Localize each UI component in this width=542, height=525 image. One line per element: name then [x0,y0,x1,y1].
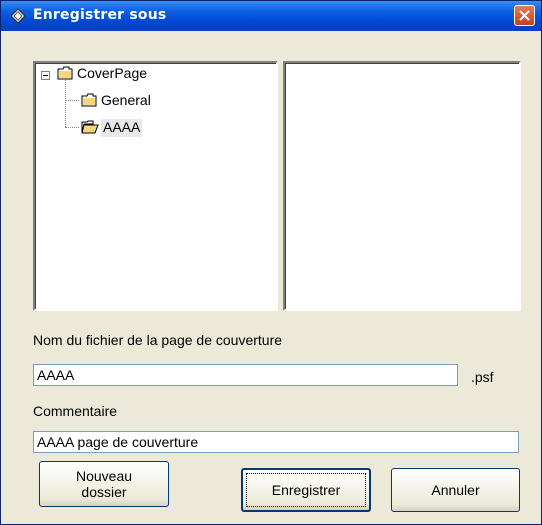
new-folder-label: Nouveau dossier [75,468,133,500]
tree-item-general[interactable]: General [101,92,151,110]
folder-tree[interactable]: CoverPage General AAAA [33,61,278,311]
tree-connector [65,127,79,128]
file-extension: .psf [471,369,494,385]
cancel-label: Annuler [431,482,480,498]
window-title: Enregistrer sous [33,7,167,23]
comment-field[interactable] [33,431,519,453]
tree-connector [65,80,66,127]
tree-connector [65,100,79,101]
comment-label: Commentaire [33,403,118,419]
new-folder-button[interactable]: Nouveau dossier [39,461,169,507]
save-as-dialog: Enregistrer sous CoverPage General AAAA … [0,0,542,525]
tree-item-label: General [101,92,151,108]
tree-item-label: CoverPage [77,65,148,81]
folder-closed-icon [57,66,73,80]
tree-item-coverpage[interactable]: CoverPage [77,65,147,83]
tree-item-aaaa[interactable]: AAAA [101,119,143,137]
filename-label: Nom du fichier de la page de couverture [33,332,283,348]
file-list[interactable] [283,61,521,311]
tree-item-label: AAAA [103,119,141,135]
app-icon [10,8,26,24]
close-icon [519,10,530,21]
close-button[interactable] [514,5,535,26]
save-label: Enregistrer [246,473,366,507]
folder-open-icon [81,120,99,134]
title-bar[interactable]: Enregistrer sous [1,1,541,31]
cancel-button[interactable]: Annuler [391,468,520,512]
save-button[interactable]: Enregistrer [241,468,371,512]
collapse-toggle[interactable] [41,71,50,80]
folder-closed-icon [81,93,97,107]
filename-field[interactable] [33,364,458,386]
